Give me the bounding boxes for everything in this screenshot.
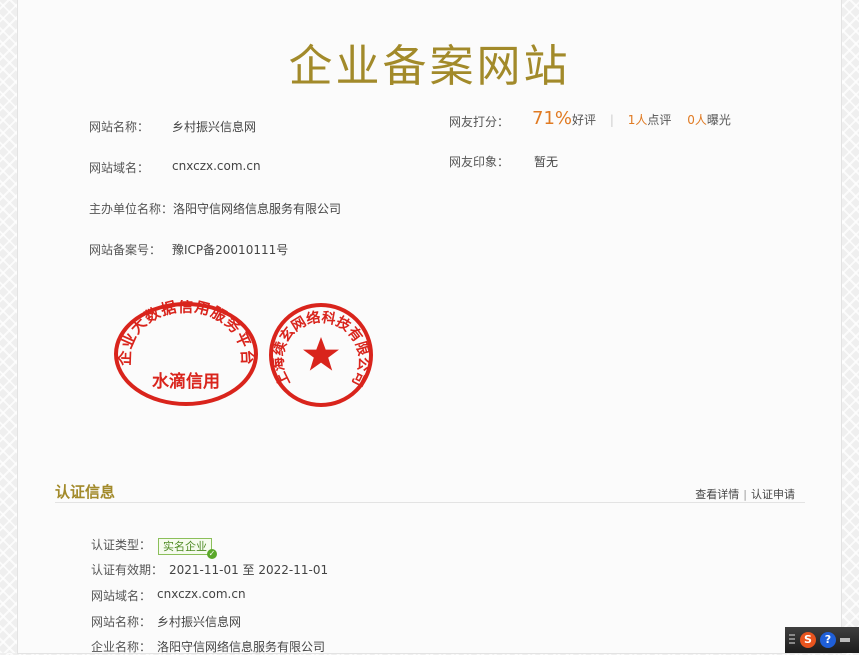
cert-site-name-label: 网站名称： [91,615,152,629]
site-name-label: 网站名称： [89,120,150,134]
verified-company-badge[interactable]: 实名企业 ✓ [158,538,217,559]
company-name-value: 洛阳守信网络信息服务有限公司 [157,640,326,654]
apply-certification-link[interactable]: 认证申请 [751,488,795,501]
page-title: 企业备案网站 [288,41,571,92]
certification-links: 查看详情 | 认证申请 [695,486,795,502]
reviews-suffix: 点评 [647,113,672,127]
tray-grip[interactable] [789,634,795,646]
rating-divider: | [609,113,614,127]
rating-percent: 71% [532,108,573,129]
verified-check-icon: ✓ [207,549,217,559]
tray-arrow-icon[interactable] [840,638,850,642]
icp-value: 豫ICP备20010111号 [172,243,289,257]
view-details-link[interactable]: 查看详情 [695,488,739,501]
seal-star-icon [303,337,339,371]
org-value: 洛阳守信网络信息服务有限公司 [173,202,342,216]
rating-summary: 71%好评 | 1人点评 0人曝光 [532,108,731,129]
cert-type-value: 实名企业 ✓ [158,535,217,559]
company-name-label: 企业名称： [91,640,152,654]
cert-site-name-value: 乡村振兴信息网 [157,615,242,629]
credit-platform-seal: 企业大数据信用服务平台 水滴信用 [114,300,258,406]
cert-domain-label: 网站域名： [91,589,152,603]
cert-domain-value: cnxczx.com.cn [157,587,246,601]
impression-value: 暂无 [534,155,559,169]
links-separator: | [743,488,747,501]
certificate-sheet: 企业备案网站 网站名称： 乡村振兴信息网 网站域名： cnxczx.com.cn… [18,0,841,654]
help-icon[interactable]: ? [820,632,836,648]
rating-percent-suffix: 好评 [572,113,597,127]
impression-label: 网友印象： [449,155,510,169]
section-divider [55,502,805,503]
site-name-value: 乡村振兴信息网 [172,120,257,134]
seal-center-text-left: 水滴信用 [152,371,220,392]
sogou-ime-icon[interactable]: S [800,632,816,648]
system-tray: S ? [785,627,859,653]
validity-value: 2021-11-01 至 2022-11-01 [169,563,329,577]
icp-label: 网站备案号： [89,243,162,257]
company-seal: 上海续玄网络科技有限公司 [269,303,373,407]
org-label: 主办单位名称： [89,202,174,216]
rating-label: 网友打分： [449,115,510,129]
svg-text:企业大数据信用服务平台: 企业大数据信用服务平台 [116,300,257,367]
exposure-suffix: 曝光 [706,113,731,127]
validity-label: 认证有效期： [91,563,164,577]
domain-label: 网站域名： [89,161,150,175]
certification-section-title: 认证信息 [55,483,116,501]
cert-type-label: 认证类型： [91,538,152,552]
reviews-count[interactable]: 1人 [628,113,648,127]
domain-value: cnxczx.com.cn [172,159,261,173]
seal-ring-text-left: 企业大数据信用服务平台 [116,300,256,367]
exposure-count[interactable]: 0人 [687,113,707,127]
